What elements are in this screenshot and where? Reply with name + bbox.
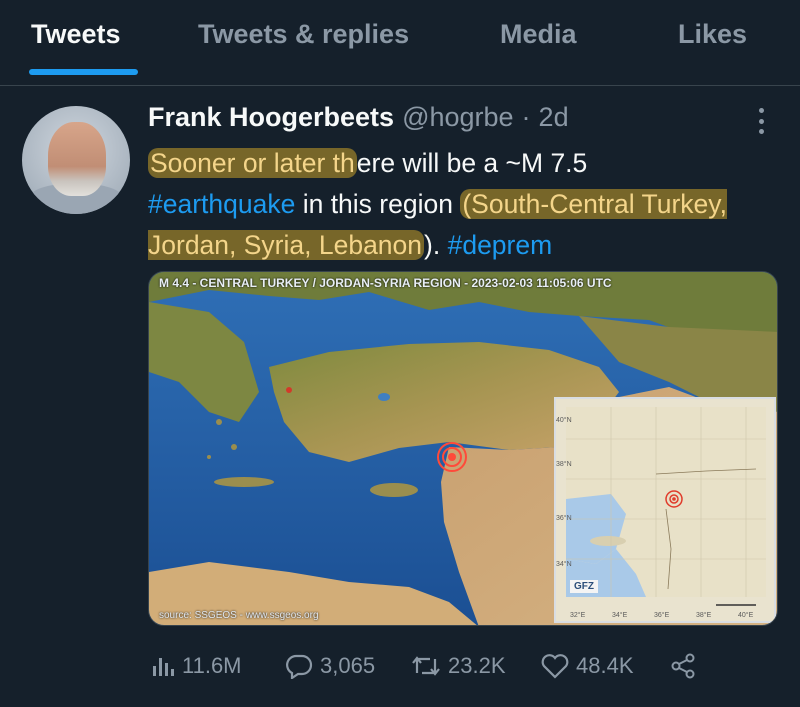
tweet-time[interactable]: 2d <box>539 102 569 133</box>
views-count: 11.6M <box>182 653 242 678</box>
epicenter-marker <box>437 442 467 472</box>
inset-lon-label: 40°E <box>738 612 754 619</box>
tweet-header: Frank Hoogerbeets @hogrbe · 2d <box>148 102 569 136</box>
inset-lon-label: 36°E <box>654 612 670 619</box>
active-tab-indicator <box>29 69 138 75</box>
reply-button[interactable]: 3,065 <box>284 648 375 684</box>
reply-count: 3,065 <box>320 653 376 678</box>
author-handle[interactable]: @hogrbe <box>402 102 513 133</box>
avatar-face <box>48 122 106 196</box>
views-button[interactable]: 11.6M <box>150 648 242 684</box>
inset-lat-label: 36°N <box>556 515 572 522</box>
retweet-count: 23.2K <box>448 653 506 678</box>
share-button[interactable] <box>670 648 704 684</box>
tab-media[interactable]: Media <box>500 14 577 54</box>
share-icon <box>671 653 695 679</box>
more-icon[interactable] <box>755 108 767 134</box>
highlighted-text: Sooner or later th <box>148 148 357 178</box>
tab-likes[interactable]: Likes <box>678 14 747 54</box>
tweet-text: Sooner or later there will be a ~M 7.5 #… <box>148 143 768 266</box>
inset-lon-label: 38°E <box>696 612 712 619</box>
tab-tweets[interactable]: Tweets <box>31 14 121 54</box>
like-button[interactable]: 48.4K <box>540 648 634 684</box>
text-segment: in this region <box>295 189 461 219</box>
views-icon <box>153 658 174 676</box>
inset-lat-label: 40°N <box>556 417 572 424</box>
like-icon <box>541 654 569 679</box>
hashtag-earthquake[interactable]: #earthquake <box>148 189 295 219</box>
author-name[interactable]: Frank Hoogerbeets <box>148 102 394 133</box>
gfz-logo: GFZ <box>570 580 598 593</box>
inset-lat-label: 38°N <box>556 461 572 468</box>
retweet-button[interactable]: 23.2K <box>410 648 506 684</box>
retweet-icon <box>412 656 440 676</box>
reply-icon <box>286 654 313 679</box>
text-segment: ere will be a ~M 7.5 <box>356 148 588 178</box>
hashtag-deprem[interactable]: #deprem <box>448 230 553 260</box>
inset-map: 40°N 38°N 36°N 34°N 32°E 34°E 36°E 38°E … <box>554 397 776 623</box>
inset-lon-label: 34°E <box>612 612 628 619</box>
tab-tweets-replies[interactable]: Tweets & replies <box>198 14 409 54</box>
text-segment: ). <box>424 230 448 260</box>
inset-lat-label: 34°N <box>556 561 572 568</box>
separator-dot: · <box>521 102 531 132</box>
avatar[interactable] <box>22 106 130 214</box>
inset-lon-label: 32°E <box>570 612 586 619</box>
profile-tabs: Tweets Tweets & replies Media Likes <box>0 0 800 86</box>
like-count: 48.4K <box>576 653 634 678</box>
tweet-media-map[interactable]: M 4.4 - CENTRAL TURKEY / JORDAN-SYRIA RE… <box>148 271 778 626</box>
map-title: M 4.4 - CENTRAL TURKEY / JORDAN-SYRIA RE… <box>159 276 612 290</box>
map-source: source: SSGEOS - www.ssgeos.org <box>159 610 319 621</box>
